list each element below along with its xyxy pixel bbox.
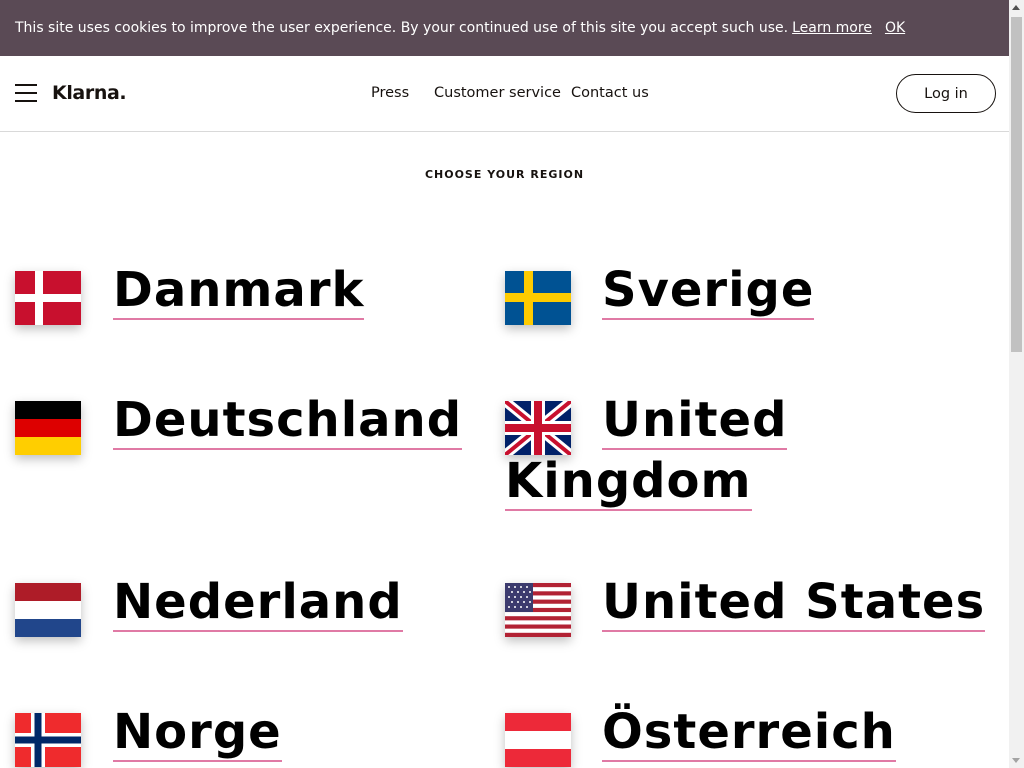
- region-united-kingdom-line-2[interactable]: Kingdom: [505, 451, 752, 512]
- page-title: CHOOSE YOUR REGION: [424, 168, 585, 181]
- region-danmark[interactable]: Danmark: [113, 260, 365, 321]
- norway-flag-icon: [15, 713, 81, 767]
- region-nederland[interactable]: Nederland: [113, 572, 403, 633]
- vertical-scrollbar[interactable]: [1009, 0, 1024, 768]
- learn-more-link[interactable]: Learn more: [792, 21, 872, 35]
- netherlands-flag-icon: [15, 583, 81, 637]
- united-kingdom-flag-icon: [505, 401, 571, 455]
- cookie-ok-button[interactable]: OK: [885, 21, 905, 35]
- scrollbar-thumb[interactable]: [1011, 17, 1022, 352]
- region-united-kingdom[interactable]: United: [602, 390, 788, 451]
- region-osterreich[interactable]: Österreich: [602, 702, 896, 763]
- cookie-banner: This site uses cookies to improve the us…: [0, 0, 1009, 56]
- nav-customer-service-link[interactable]: Customer service: [434, 86, 561, 101]
- cookie-banner-text: This site uses cookies to improve the us…: [15, 20, 789, 36]
- austria-flag-icon: [505, 713, 571, 767]
- region-link[interactable]: Nederland: [113, 574, 403, 632]
- login-button[interactable]: Log in: [896, 74, 996, 113]
- scroll-down-button[interactable]: [1009, 753, 1024, 768]
- scroll-up-button[interactable]: [1009, 0, 1024, 15]
- region-link[interactable]: Danmark: [113, 262, 365, 320]
- nav-item-press[interactable]: Press: [371, 56, 409, 131]
- united-states-flag-icon: [505, 583, 571, 637]
- menu-icon[interactable]: [15, 84, 37, 102]
- nav-item-contact-us[interactable]: Contact us: [571, 56, 649, 131]
- nav-press-link[interactable]: Press: [371, 86, 409, 101]
- region-link-line-2[interactable]: Kingdom: [505, 453, 752, 511]
- nav-contact-us-link[interactable]: Contact us: [571, 86, 649, 101]
- region-link-line-1[interactable]: United: [602, 392, 788, 450]
- scroll-down-arrow-icon: [1012, 758, 1020, 763]
- nav-item-customer-service[interactable]: Customer service: [434, 56, 561, 131]
- region-link[interactable]: Österreich: [602, 704, 896, 762]
- region-sverige[interactable]: Sverige: [602, 260, 815, 321]
- scroll-up-arrow-icon: [1012, 5, 1020, 10]
- region-deutschland[interactable]: Deutschland: [113, 390, 463, 451]
- region-link[interactable]: United States: [602, 574, 986, 632]
- region-norge[interactable]: Norge: [113, 702, 282, 763]
- denmark-flag-icon: [15, 271, 81, 325]
- region-link[interactable]: Deutschland: [113, 392, 463, 450]
- page: This site uses cookies to improve the us…: [0, 0, 1009, 768]
- germany-flag-icon: [15, 401, 81, 455]
- klarna-logo[interactable]: Klarna.: [52, 81, 127, 105]
- sweden-flag-icon: [505, 271, 571, 325]
- site-header: Klarna. Press Customer service Contact u…: [0, 56, 1009, 132]
- region-link[interactable]: Sverige: [602, 262, 815, 320]
- region-united-states[interactable]: United States: [602, 572, 986, 633]
- region-link[interactable]: Norge: [113, 704, 282, 762]
